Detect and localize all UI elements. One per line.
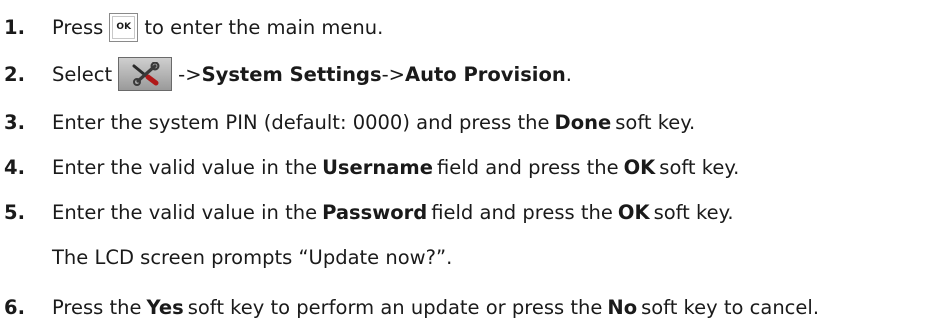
soft-key-done: Done <box>554 110 612 134</box>
field-password: Password <box>322 200 428 224</box>
soft-key-ok: OK <box>623 155 656 179</box>
step-text: Press the Yes soft key to perform an upd… <box>52 295 820 319</box>
step-text: Enter the system PIN (default: 0000) and… <box>52 110 696 134</box>
step-number: 3. <box>4 110 25 134</box>
step-number: 6. <box>4 295 25 319</box>
soft-key-no: No <box>607 295 638 319</box>
note-text: The LCD screen prompts “Update now?”. <box>52 245 453 269</box>
field-username: Username <box>322 155 433 179</box>
step-number: 4. <box>4 155 25 179</box>
step-text: Press OK to enter the main menu. <box>52 12 383 42</box>
soft-key-yes: Yes <box>146 295 184 319</box>
step-text: Enter the valid value in the Password fi… <box>52 200 734 224</box>
settings-tools-icon <box>118 57 173 91</box>
ok-key-icon: OK <box>109 12 139 42</box>
soft-key-ok: OK <box>617 200 650 224</box>
step-number: 5. <box>4 200 25 224</box>
step-number: 1. <box>4 15 25 39</box>
step-text: Enter the valid value in the Username fi… <box>52 155 740 179</box>
step-text: Select -> System Settings -> Auto Provis… <box>52 57 572 91</box>
menu-auto-provision: Auto Provision <box>405 62 566 86</box>
menu-system-settings: System Settings <box>201 62 382 86</box>
step-number: 2. <box>4 62 25 86</box>
